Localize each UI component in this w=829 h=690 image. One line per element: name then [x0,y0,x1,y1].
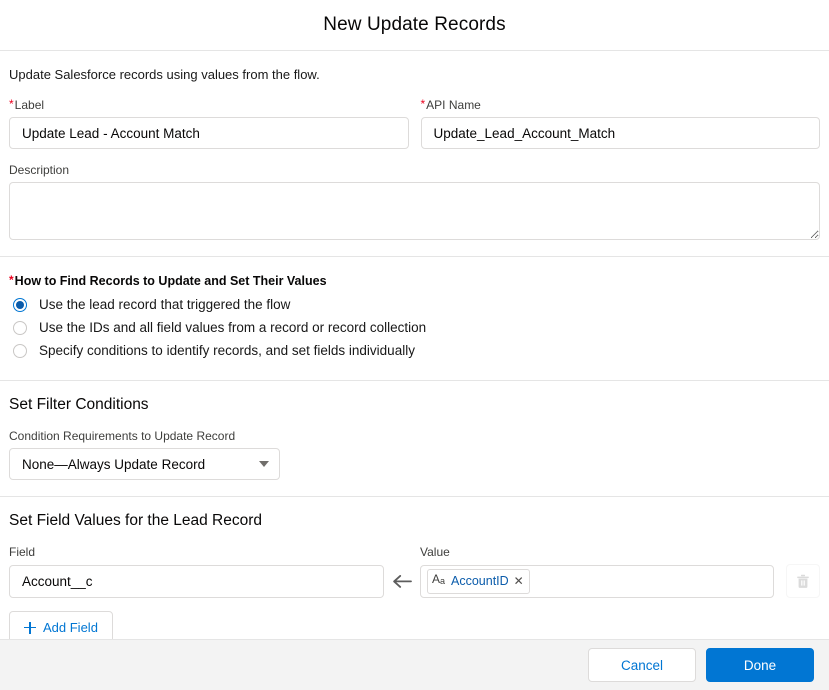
radio-option-ids-and-field-values[interactable]: Use the IDs and all field values from a … [9,318,820,338]
label-field-group: *Label [9,98,409,149]
delete-row-button[interactable] [786,564,820,598]
plus-icon [24,622,36,634]
required-indicator-api-name: * [421,97,426,111]
api-name-input[interactable] [421,117,821,149]
text-type-icon: A a [432,574,446,588]
required-indicator-label: * [9,97,14,111]
radio-option-specify-conditions[interactable]: Specify conditions to identify records, … [9,341,820,361]
how-to-find-records-legend-text: How to Find Records to Update and Set Th… [15,274,327,288]
intro-description: Update Salesforce records using values f… [0,51,829,83]
description-field-group: Description [0,163,829,240]
radio-option-triggering-record[interactable]: Use the lead record that triggered the f… [9,295,820,315]
value-column-label: Value [420,545,774,560]
label-field-label: *Label [9,98,409,113]
page-title: New Update Records [323,14,505,36]
condition-requirements-select[interactable]: None—Always Update Record [9,448,280,480]
description-textarea[interactable] [9,182,820,240]
condition-requirements-select-wrap: None—Always Update Record [9,448,280,480]
api-name-field-group: *API Name [421,98,821,149]
text-type-icon-uppercase: A [432,573,440,585]
radio-mark-ids-and-field-values [13,321,27,335]
radio-mark-triggering-record [13,298,27,312]
cancel-button[interactable]: Cancel [588,648,696,682]
label-api-row: *Label *API Name [0,98,829,149]
required-indicator-how-to-find: * [9,273,14,287]
how-to-find-records-group: *How to Find Records to Update and Set T… [0,257,829,380]
radio-label-specify-conditions: Specify conditions to identify records, … [39,341,415,361]
condition-requirements-selected-value: None—Always Update Record [22,457,205,472]
add-field-button[interactable]: Add Field [9,611,113,639]
how-to-find-records-legend: *How to Find Records to Update and Set T… [9,273,820,289]
value-combobox[interactable]: A a AccountID ✕ [420,565,774,598]
set-field-values-section: Set Field Values for the Lead Record Fie… [0,497,829,639]
modal-body: Update Salesforce records using values f… [0,51,829,639]
api-name-field-label-text: API Name [426,98,481,112]
description-field-label: Description [9,163,820,178]
set-field-values-heading: Set Field Values for the Lead Record [9,511,820,531]
label-field-label-text: Label [15,98,44,112]
text-type-icon-lowercase: a [440,577,445,586]
set-filter-conditions-section: Set Filter Conditions Condition Requirem… [0,381,829,496]
trash-icon [796,574,810,589]
done-button[interactable]: Done [706,648,814,682]
api-name-field-label: *API Name [421,98,821,113]
label-input[interactable] [9,117,409,149]
radio-label-ids-and-field-values: Use the IDs and all field values from a … [39,318,426,338]
field-column-label: Field [9,545,384,560]
close-icon[interactable]: ✕ [514,575,524,587]
new-update-records-modal: New Update Records Update Salesforce rec… [0,0,829,690]
field-value-column-headers: Field Value [9,545,820,564]
field-name-input[interactable]: Account__c [9,565,384,598]
add-field-button-label: Add Field [43,620,98,635]
modal-footer: Cancel Done [0,639,829,690]
set-filter-conditions-heading: Set Filter Conditions [9,395,820,415]
merge-field-pill-label: AccountID [451,575,509,588]
field-name-value: Account__c [22,574,93,589]
field-value-row: Account__c A a [9,564,820,598]
arrow-left-icon [384,575,420,588]
modal-header: New Update Records [0,0,829,51]
radio-label-triggering-record: Use the lead record that triggered the f… [39,295,290,315]
radio-mark-specify-conditions [13,344,27,358]
condition-requirements-label: Condition Requirements to Update Record [9,429,820,444]
merge-field-pill[interactable]: A a AccountID ✕ [427,569,530,594]
